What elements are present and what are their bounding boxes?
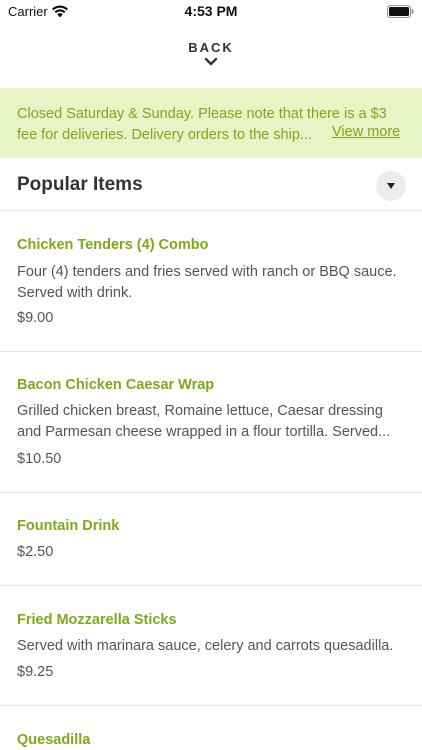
menu-item-mozzarella-sticks[interactable]: Fried Mozzarella Sticks Served with mari…: [0, 586, 422, 706]
item-name: Fountain Drink: [17, 518, 120, 534]
popular-items-header: Popular Items: [0, 158, 422, 211]
item-description: Served with marinara sauce, celery and c…: [17, 638, 394, 654]
item-price: $2.50: [17, 544, 54, 560]
menu-item-chicken-tenders[interactable]: Chicken Tenders (4) Combo Four (4) tende…: [0, 211, 422, 352]
item-description: Four (4) tenders and fries served with r…: [17, 264, 397, 301]
back-button[interactable]: BACK: [0, 40, 422, 76]
item-description: Grilled chicken breast, Romaine lettuce,…: [17, 403, 391, 440]
item-name: Chicken Tenders (4) Combo: [17, 237, 209, 253]
status-bar: Carrier 4:53 PM: [0, 0, 422, 24]
menu-item-quesadilla[interactable]: Quesadilla: [0, 706, 422, 750]
menu-item-fountain-drink[interactable]: Fountain Drink $2.50: [0, 493, 422, 586]
item-name: Quesadilla: [17, 732, 91, 748]
menu-item-caesar-wrap[interactable]: Bacon Chicken Caesar Wrap Grilled chicke…: [0, 352, 422, 493]
back-label: BACK: [188, 40, 234, 55]
battery-icon: [387, 5, 414, 18]
item-price: $9.00: [17, 310, 54, 326]
item-price: $10.50: [17, 451, 62, 467]
store-notice-banner: Closed Saturday & Sunday. Please note th…: [0, 88, 422, 158]
chevron-down-icon: [204, 57, 218, 66]
clock-time: 4:53 PM: [184, 3, 238, 19]
section-collapse-button[interactable]: [376, 171, 406, 201]
caret-down-icon: [387, 183, 395, 189]
item-price: $9.25: [17, 664, 54, 680]
item-name: Fried Mozzarella Sticks: [17, 612, 177, 628]
view-more-link[interactable]: View more: [332, 124, 400, 140]
item-name: Bacon Chicken Caesar Wrap: [17, 377, 215, 393]
section-title: Popular Items: [17, 174, 143, 195]
